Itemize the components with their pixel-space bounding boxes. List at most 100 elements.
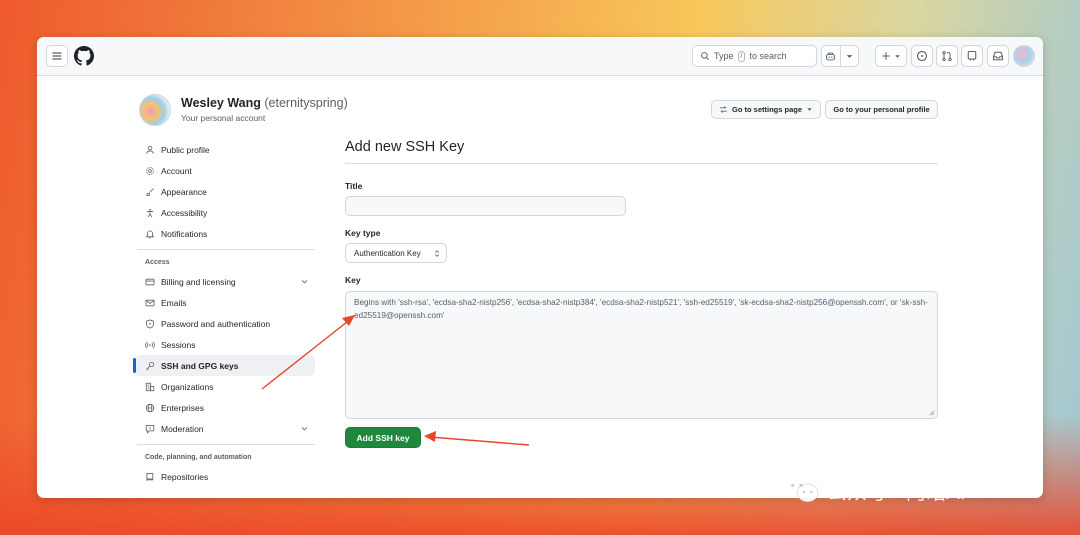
title-label: Title — [345, 181, 363, 191]
create-new-button[interactable] — [875, 45, 907, 67]
avatar — [139, 94, 171, 126]
key-type-select[interactable]: Authentication Key — [345, 243, 447, 263]
triangle-down-icon — [895, 54, 900, 58]
triangle-down-icon — [846, 54, 852, 58]
shield-lock-icon — [146, 319, 154, 328]
page-title: Add new SSH Key — [345, 139, 938, 164]
menu-button[interactable] — [46, 45, 68, 67]
sidebar-item-label: Moderation — [161, 423, 204, 434]
sidebar-heading-code: Code, planning, and automation — [145, 454, 252, 461]
user-avatar-menu[interactable] — [1013, 45, 1035, 67]
sidebar-item-label: Sessions — [161, 339, 196, 350]
settings-sidebar: Public profile Account Appearance Access… — [133, 139, 315, 487]
issue-opened-icon — [916, 50, 928, 62]
resize-handle-icon[interactable] — [928, 409, 935, 416]
mail-icon — [145, 299, 155, 306]
sidebar-item-label: Enterprises — [161, 402, 204, 413]
sidebar-item-label: Public profile — [161, 144, 210, 155]
github-logo-icon[interactable] — [74, 46, 94, 66]
user-login: (eternityspring) — [264, 96, 348, 110]
sidebar-item-organizations[interactable]: Organizations — [135, 376, 315, 397]
chevron-down-icon[interactable] — [300, 424, 309, 433]
plus-icon — [882, 52, 890, 60]
copilot-icon — [826, 52, 836, 60]
inbox-icon — [992, 51, 1004, 61]
key-type-label: Key type — [345, 228, 381, 238]
pull-requests-button[interactable] — [936, 45, 958, 67]
person-icon — [146, 145, 154, 154]
watermark: 公众号 · 阿皓AI — [783, 475, 966, 505]
sidebar-divider — [137, 249, 315, 250]
sidebar-heading-access: Access — [145, 259, 170, 266]
sidebar-item-label: Organizations — [161, 381, 214, 392]
copilot-button[interactable] — [822, 46, 840, 66]
key-placeholder: Begins with 'ssh-rsa', 'ecdsa-sha2-nistp… — [354, 298, 928, 320]
projects-button[interactable] — [961, 45, 983, 67]
user-name-text: Wesley Wang — [181, 96, 261, 110]
copilot-dropdown-button[interactable] — [839, 46, 859, 66]
sidebar-item-account[interactable]: Account — [135, 160, 315, 181]
sidebar-item-label: Repositories — [161, 471, 209, 482]
report-icon — [145, 424, 155, 434]
sidebar-item-label: Appearance — [161, 186, 207, 197]
global-header: Type / to search — [37, 37, 1043, 76]
triangle-down-icon — [807, 108, 812, 111]
repo-icon — [146, 472, 154, 481]
add-ssh-key-form: Add new SSH Key Title Key type Authentic… — [345, 139, 938, 448]
key-icon — [145, 361, 155, 370]
wechat-icon — [785, 476, 819, 503]
sidebar-divider — [137, 444, 315, 445]
search-shortcut: / — [737, 50, 746, 62]
search-icon — [701, 52, 710, 61]
sidebar-item-enterprises[interactable]: Enterprises — [135, 397, 315, 418]
key-label: Key — [345, 275, 361, 285]
sidebar-item-password[interactable]: Password and authentication — [135, 313, 315, 334]
credit-card-icon — [145, 278, 155, 285]
copilot-chat-icon — [967, 50, 977, 61]
organization-icon — [145, 382, 155, 391]
bell-icon — [145, 229, 155, 238]
sidebar-item-appearance[interactable]: Appearance — [135, 181, 315, 202]
search-input[interactable]: Type / to search — [692, 45, 817, 67]
sidebar-item-label: SSH and GPG keys — [161, 360, 239, 371]
sidebar-item-emails[interactable]: Emails — [135, 292, 315, 313]
go-to-settings-button[interactable]: Go to settings page — [711, 100, 821, 119]
add-ssh-key-button[interactable]: Add SSH key — [345, 427, 421, 448]
arrow-switch-icon — [720, 106, 727, 113]
search-suffix: to search — [749, 51, 787, 61]
go-to-settings-label: Go to settings page — [731, 105, 802, 114]
sidebar-item-moderation[interactable]: Moderation — [135, 418, 315, 439]
account-subtitle: Your personal account — [181, 113, 266, 123]
broadcast-icon — [145, 341, 155, 348]
sidebar-item-ssh-gpg-keys[interactable]: SSH and GPG keys — [133, 355, 315, 376]
sidebar-item-label: Emails — [161, 297, 187, 308]
chevron-down-icon[interactable] — [300, 277, 309, 286]
user-display-name: Wesley Wang (eternityspring) — [181, 96, 348, 110]
notifications-button[interactable] — [987, 45, 1009, 67]
browser-window: Type / to search Wesley Wang (eternitysp… — [37, 37, 1043, 498]
sidebar-item-label: Notifications — [161, 228, 208, 239]
key-textarea[interactable]: Begins with 'ssh-rsa', 'ecdsa-sha2-nistp… — [345, 291, 938, 419]
sidebar-item-notifications[interactable]: Notifications — [135, 223, 315, 244]
accessibility-icon — [146, 208, 154, 217]
sidebar-item-accessibility[interactable]: Accessibility — [135, 202, 315, 223]
sidebar-item-sessions[interactable]: Sessions — [135, 334, 315, 355]
issues-button[interactable] — [911, 45, 933, 67]
title-input[interactable] — [345, 196, 626, 216]
chevron-up-down-icon — [434, 250, 440, 257]
hamburger-icon — [52, 52, 62, 60]
search-label: Type — [714, 51, 734, 61]
paintbrush-icon — [146, 187, 154, 196]
globe-icon — [145, 403, 155, 412]
watermark-text: 公众号 · 阿皓AI — [827, 479, 966, 504]
sidebar-item-public-profile[interactable]: Public profile — [135, 139, 315, 160]
sidebar-item-label: Account — [161, 165, 192, 176]
sidebar-item-billing[interactable]: Billing and licensing — [135, 271, 315, 292]
key-type-selected-value: Authentication Key — [354, 248, 421, 258]
copilot-button-group — [821, 45, 859, 67]
sidebar-item-label: Accessibility — [161, 207, 208, 218]
gear-icon — [146, 166, 154, 175]
pull-request-icon — [942, 50, 952, 62]
sidebar-item-repositories[interactable]: Repositories — [135, 466, 315, 487]
go-to-profile-button[interactable]: Go to your personal profile — [825, 100, 938, 119]
